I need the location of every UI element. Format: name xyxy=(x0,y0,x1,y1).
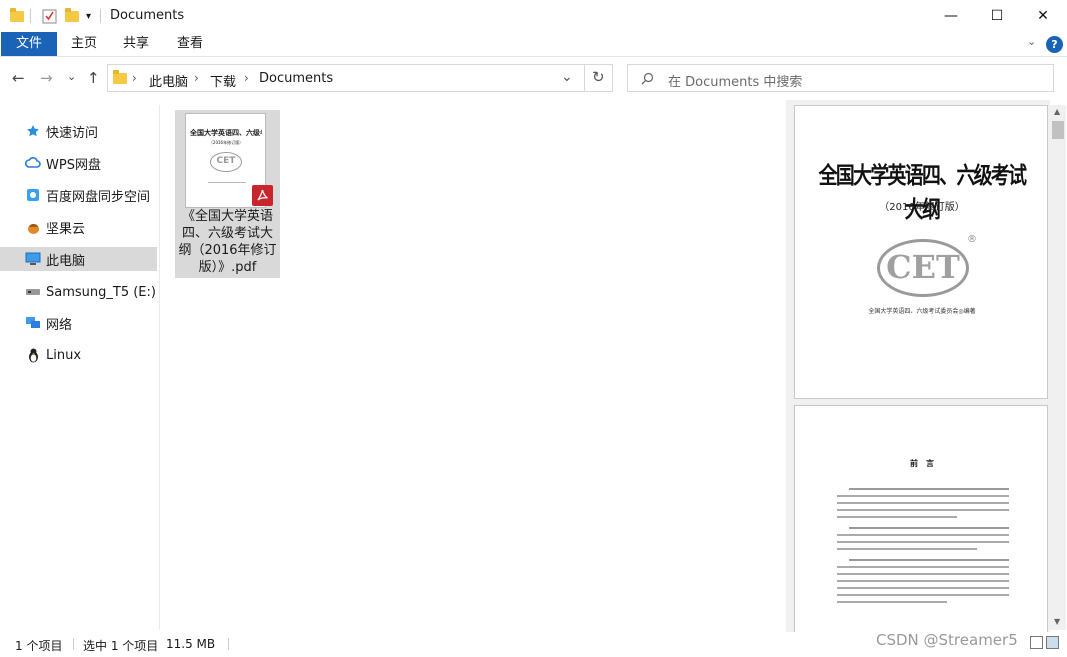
help-icon[interactable]: ? xyxy=(1046,36,1063,53)
breadcrumb-this-pc[interactable]: 此电脑 xyxy=(149,71,188,90)
pdf-icon xyxy=(252,185,273,206)
scroll-down-icon[interactable]: ▼ xyxy=(1054,617,1060,626)
baidu-icon xyxy=(25,187,41,203)
qa-divider xyxy=(100,9,101,23)
nut-icon xyxy=(25,219,41,235)
drive-icon xyxy=(25,284,41,300)
address-dropdown-icon[interactable]: ⌄ xyxy=(561,69,573,85)
folder-icon xyxy=(10,6,24,26)
tab-share[interactable]: 共享 xyxy=(109,32,163,56)
penguin-icon xyxy=(25,347,41,363)
thumbnail-cet-logo: CET xyxy=(210,152,242,172)
sidebar-item-label: 坚果云 xyxy=(46,221,86,237)
status-divider xyxy=(73,638,74,650)
network-icon xyxy=(25,315,41,331)
search-icon xyxy=(641,72,654,85)
registered-mark: ® xyxy=(967,234,977,245)
scroll-up-icon[interactable]: ▲ xyxy=(1054,107,1060,116)
close-button[interactable]: ✕ xyxy=(1020,0,1066,32)
selection-size: 11.5 MB xyxy=(166,637,216,651)
cover-title: 全国大学英语四、六级考试大纲 xyxy=(818,162,1027,223)
navigation-bar: ← → ⌄ ↑ › 此电脑 › 下载 › Documents ⌄ ↻ 在 Doc… xyxy=(0,57,1067,99)
file-name-line: 《全国大学英语 xyxy=(181,209,273,224)
sidebar-item-label: Samsung_T5 (E:) xyxy=(46,284,156,300)
tab-file[interactable]: 文件 xyxy=(1,32,57,56)
back-arrow-icon[interactable]: ← xyxy=(12,69,25,87)
up-arrow-icon[interactable]: ↑ xyxy=(87,69,100,87)
chevron-right-icon[interactable]: › xyxy=(194,71,199,85)
sidebar-item-label: 网络 xyxy=(46,317,73,333)
thumbnail-line xyxy=(208,182,246,183)
qa-divider xyxy=(30,9,31,23)
file-name-line: 纲（2016年修订 xyxy=(178,243,277,258)
search-input[interactable]: 在 Documents 中搜索 xyxy=(668,71,802,90)
sidebar-item-label: 此电脑 xyxy=(46,253,86,269)
navigation-pane: 快速访问 WPS网盘 百度网盘同步空间 坚果云 此电脑 Samsung_T5 (… xyxy=(0,105,160,630)
sidebar-item-network[interactable]: 网络 xyxy=(0,311,157,335)
sidebar-item-baidu-sync[interactable]: 百度网盘同步空间 xyxy=(0,183,157,207)
chevron-right-icon[interactable]: › xyxy=(132,71,137,85)
preface-heading: 前 言 xyxy=(910,458,934,468)
cover-subtitle: （2016年修订版） xyxy=(879,202,965,213)
customize-qa-dropdown-icon[interactable]: ▾ xyxy=(86,6,91,26)
tab-home[interactable]: 主页 xyxy=(57,32,111,56)
cover-publisher: 全国大学英语四、六级考试委员会◎编著 xyxy=(868,308,976,315)
file-name-line: 四、六级考试大 xyxy=(181,226,273,241)
folder-icon xyxy=(113,70,127,84)
new-folder-icon[interactable] xyxy=(65,6,79,26)
file-name: 《全国大学英语 四、六级考试大 纲（2016年修订 版）》.pdf xyxy=(177,208,278,276)
selection-count: 选中 1 个项目 xyxy=(83,639,159,653)
sidebar-item-jianguoyun[interactable]: 坚果云 xyxy=(0,215,157,239)
address-bar[interactable]: › 此电脑 › 下载 › Documents ⌄ ↻ xyxy=(107,64,613,92)
thumbnail-title: 全国大学英语四、六级考试大纲 xyxy=(190,128,262,137)
title-bar: ▾ Documents — ☐ ✕ xyxy=(0,0,1067,32)
ribbon-tabs: 文件 主页 共享 查看 ⌄ ? xyxy=(0,32,1067,57)
search-box[interactable]: 在 Documents 中搜索 xyxy=(627,64,1054,92)
sidebar-item-samsung-drive[interactable]: Samsung_T5 (E:) xyxy=(0,280,157,304)
chevron-right-icon[interactable]: › xyxy=(244,71,249,85)
sidebar-item-quick-access[interactable]: 快速访问 xyxy=(0,119,157,143)
file-item-pdf[interactable]: 全国大学英语四、六级考试大纲 （2016年修订版） CET 《全国大学英语 四、… xyxy=(175,110,280,278)
item-count: 1 个项目 xyxy=(15,639,63,653)
recent-locations-icon[interactable]: ⌄ xyxy=(67,70,76,83)
refresh-icon[interactable]: ↻ xyxy=(592,68,605,86)
tab-view[interactable]: 查看 xyxy=(163,32,217,56)
preview-page-preface: 前 言 xyxy=(794,405,1048,632)
status-divider xyxy=(228,638,229,650)
sidebar-item-label: WPS网盘 xyxy=(46,157,101,173)
star-icon xyxy=(25,123,41,139)
sidebar-item-wps-drive[interactable]: WPS网盘 xyxy=(0,151,157,175)
preface-text-block xyxy=(837,488,1009,632)
sidebar-item-label: 百度网盘同步空间 xyxy=(46,189,151,205)
forward-arrow-icon[interactable]: → xyxy=(40,69,53,87)
expand-ribbon-icon[interactable]: ⌄ xyxy=(1027,35,1036,48)
watermark-text: CSDN @Streamer5 xyxy=(876,631,1018,649)
maximize-button[interactable]: ☐ xyxy=(974,0,1020,32)
preview-scrollbar[interactable]: ▲ ▼ xyxy=(1050,105,1066,630)
computer-icon xyxy=(25,251,41,267)
details-view-icon[interactable] xyxy=(1030,636,1043,649)
window-title: Documents xyxy=(110,8,185,23)
breadcrumb-documents[interactable]: Documents xyxy=(259,71,333,86)
thumbnail-subtitle: （2016年修订版） xyxy=(208,140,244,145)
sidebar-item-linux[interactable]: Linux xyxy=(0,343,157,367)
breadcrumb-downloads[interactable]: 下载 xyxy=(210,71,236,90)
preview-pane: 全国大学英语四、六级考试大纲 （2016年修订版） CET ® 全国大学英语四、… xyxy=(786,100,1050,632)
address-divider xyxy=(584,65,585,91)
cover-cet-logo: CET xyxy=(877,239,969,297)
properties-check-icon[interactable] xyxy=(42,6,57,26)
sidebar-item-this-pc[interactable]: 此电脑 xyxy=(0,247,157,271)
sidebar-item-label: Linux xyxy=(46,347,82,363)
file-name-line: 版）》.pdf xyxy=(198,260,257,275)
sidebar-item-label: 快速访问 xyxy=(46,125,99,141)
large-icons-view-icon[interactable] xyxy=(1046,636,1059,649)
preview-page-cover: 全国大学英语四、六级考试大纲 （2016年修订版） CET ® 全国大学英语四、… xyxy=(794,105,1048,399)
cloud-icon xyxy=(25,155,41,171)
minimize-button[interactable]: — xyxy=(928,0,974,32)
scrollbar-thumb[interactable] xyxy=(1052,121,1064,139)
